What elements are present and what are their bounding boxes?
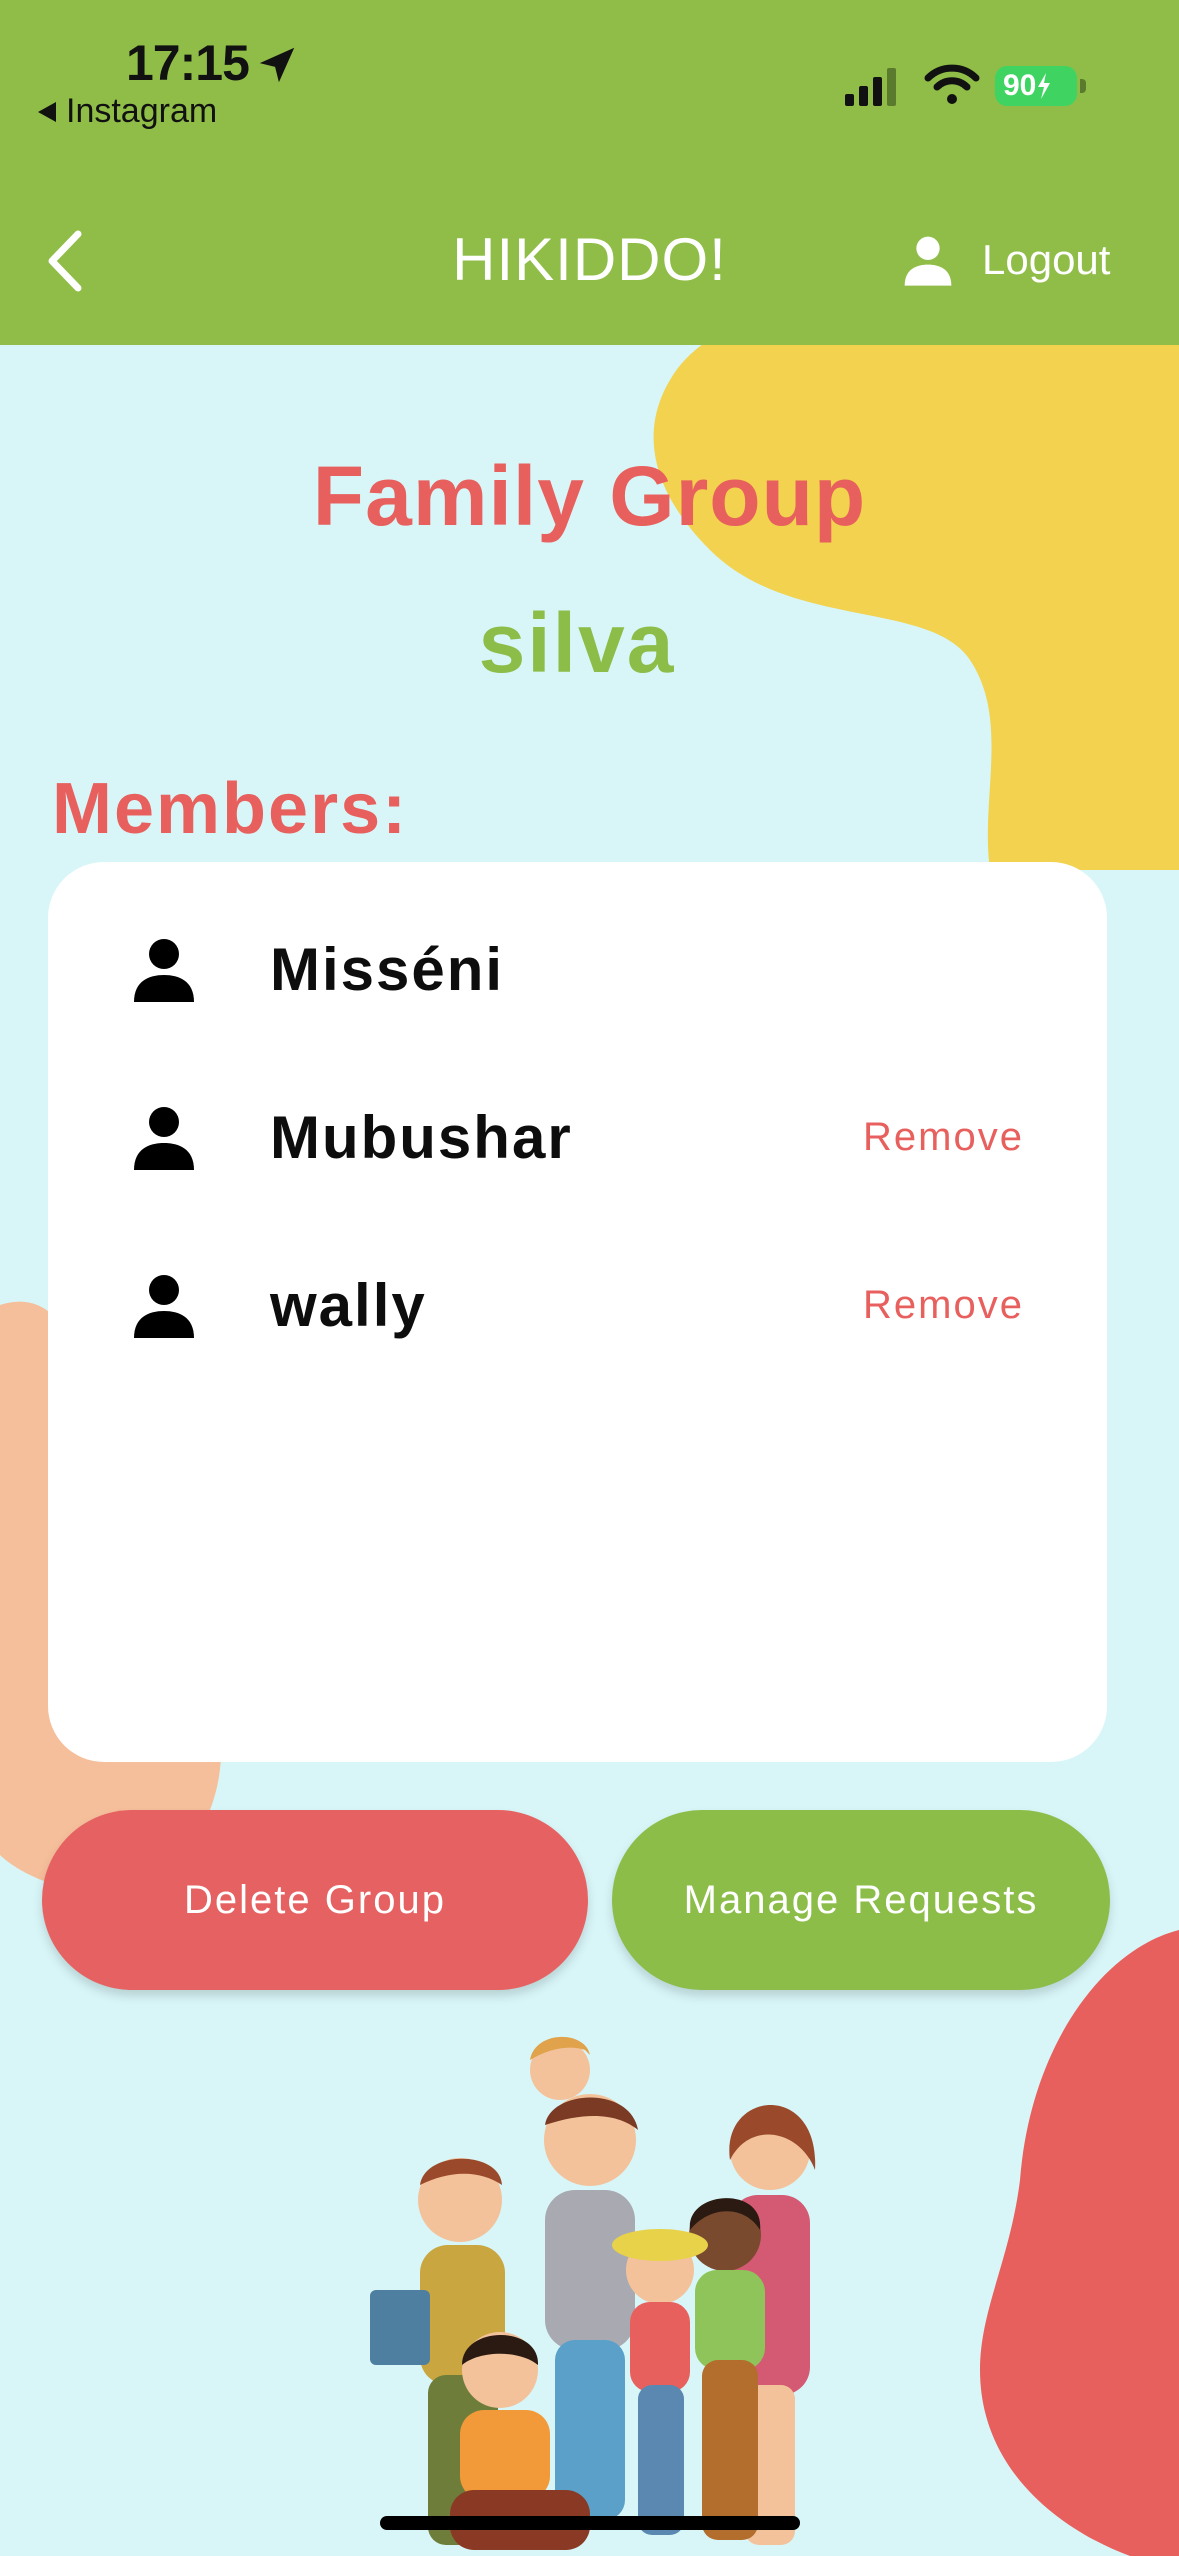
members-heading: Members:	[52, 769, 409, 849]
member-row: Mubushar Remove	[128, 1087, 1028, 1187]
person-icon	[134, 1275, 194, 1338]
user-icon	[904, 236, 952, 286]
remove-member-button[interactable]: Remove	[863, 1283, 1024, 1328]
member-name: wally	[270, 1271, 427, 1339]
manage-requests-button[interactable]: Manage Requests	[612, 1810, 1110, 1990]
charging-bolt-icon	[1038, 73, 1051, 99]
cellular-signal-icon	[845, 68, 896, 106]
group-name: silva	[478, 596, 676, 690]
member-name: Misséni	[270, 935, 505, 1003]
wifi-icon	[924, 64, 980, 104]
red-blob-decoration	[980, 1930, 1179, 2556]
remove-member-button[interactable]: Remove	[863, 1115, 1024, 1160]
member-row: wally Remove	[128, 1255, 1028, 1355]
location-arrow-icon	[259, 47, 295, 83]
family-illustration	[370, 2036, 816, 2550]
page-title: Family Group	[312, 449, 867, 543]
battery-level: 90	[1003, 69, 1037, 102]
person-icon	[134, 939, 194, 1002]
member-row: Misséni	[128, 919, 1028, 1019]
battery-indicator: 90	[995, 66, 1077, 106]
delete-group-button[interactable]: Delete Group	[42, 1810, 588, 1990]
back-triangle-icon	[38, 101, 56, 122]
back-to-instagram-link[interactable]: Instagram	[38, 92, 217, 131]
back-app-label: Instagram	[66, 92, 218, 130]
members-card: Misséni Mubushar Remove wally Remove	[48, 862, 1107, 1762]
logout-label: Logout	[982, 236, 1111, 283]
header-bar: 17:15 Instagram 90 HIKIDDO! Logout	[0, 0, 1179, 345]
member-name: Mubushar	[270, 1103, 573, 1171]
yellow-blob-decoration	[653, 300, 1179, 870]
logout-button[interactable]: Logout	[900, 232, 1110, 288]
status-time: 17:15	[126, 35, 250, 91]
person-icon	[134, 1107, 194, 1170]
battery-cap	[1080, 79, 1086, 93]
home-indicator	[380, 2516, 800, 2530]
